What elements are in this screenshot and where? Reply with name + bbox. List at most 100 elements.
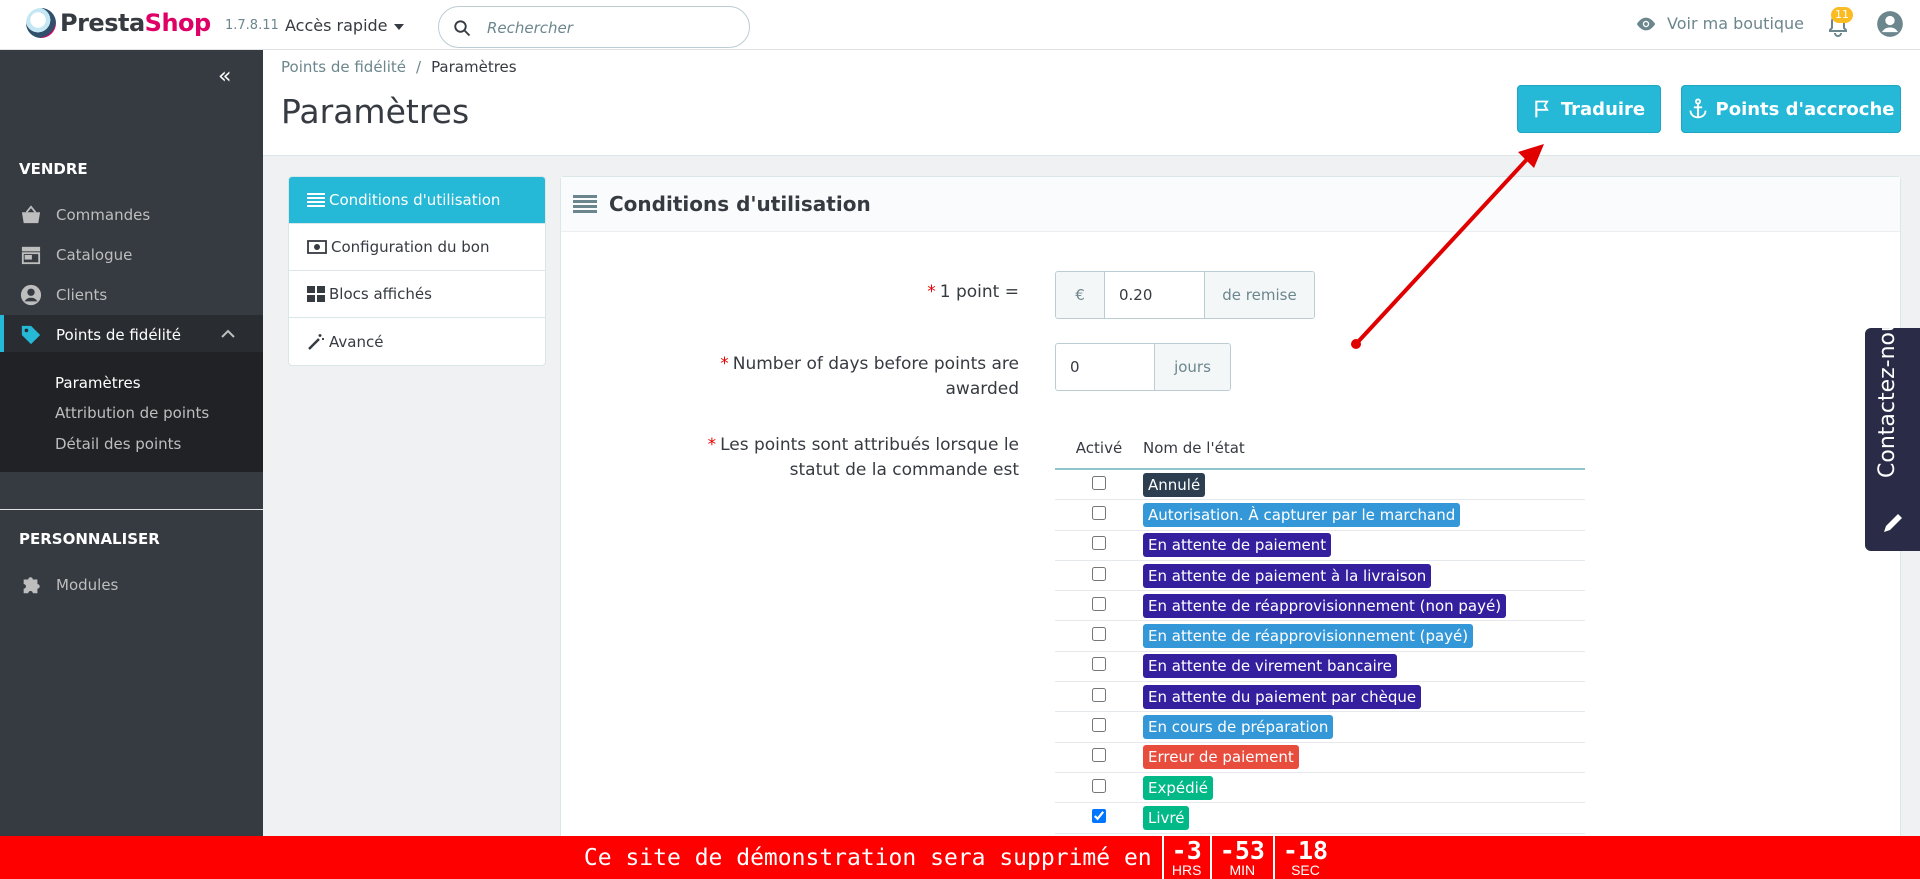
hooks-button[interactable]: Points d'accroche	[1681, 85, 1901, 133]
magic-wand-icon	[308, 333, 324, 350]
chevron-up-icon	[221, 329, 235, 338]
user-menu[interactable]	[1876, 10, 1904, 42]
red-annotation-arrow	[1351, 144, 1544, 349]
search-input[interactable]	[487, 16, 737, 40]
sidebar: « VENDRE Commandes Catalogue Clients Poi…	[0, 50, 263, 879]
status-badge: Erreur de paiement	[1143, 745, 1299, 770]
status-checkbox[interactable]	[1092, 566, 1106, 581]
status-badge: En cours de préparation	[1143, 715, 1334, 740]
days-input-group: jours	[1055, 343, 1231, 391]
conditions-panel: Conditions d'utilisation *1 point = € de…	[560, 176, 1901, 879]
section-title-customize: PERSONNALISER	[19, 530, 160, 548]
table-row: En attente de réapprovisionnement (non p…	[1055, 591, 1585, 622]
notifications-badge: 11	[1831, 7, 1853, 23]
table-row: Annulé	[1055, 470, 1585, 501]
table-row: En attente du paiement par chèque	[1055, 682, 1585, 713]
list-icon	[307, 193, 325, 207]
status-checkbox[interactable]	[1092, 778, 1106, 793]
page-header: Points de fidélité / Paramètres Paramètres	[263, 50, 1920, 156]
status-checkbox[interactable]	[1092, 687, 1106, 702]
table-header: Activé Nom de l'état	[1055, 427, 1585, 470]
view-shop-link[interactable]: Voir ma boutique	[1635, 14, 1804, 33]
sidebar-divider	[0, 509, 263, 510]
puffin-logo-icon	[26, 8, 56, 38]
collapse-sidebar-icon[interactable]: «	[218, 64, 231, 89]
status-badge: En attente de réapprovisionnement (payé)	[1143, 624, 1474, 649]
quick-access-dropdown[interactable]: Accès rapide	[285, 16, 404, 35]
contact-us-tab[interactable]: Contactez-nous	[1865, 307, 1920, 551]
tab-conditions[interactable]: Conditions d'utilisation	[289, 177, 545, 224]
status-badge: Autorisation. À capturer par le marchand	[1143, 502, 1461, 527]
order-status-table: Activé Nom de l'état Annulé Autorisation.…	[1055, 427, 1585, 834]
table-row: Erreur de paiement	[1055, 743, 1585, 773]
table-row: Expédié	[1055, 773, 1585, 804]
table-row: En attente de paiement à la livraison	[1055, 561, 1585, 592]
top-header: PrestaShop 1.7.8.11 Accès rapide Voir ma…	[0, 0, 1920, 50]
tab-displayed-blocks[interactable]: Blocs affichés	[289, 271, 545, 318]
status-checkbox[interactable]	[1092, 748, 1106, 763]
countdown-seconds: -18 SEC	[1272, 836, 1336, 879]
status-badge: En attente de paiement	[1143, 533, 1332, 558]
breadcrumb-parent[interactable]: Points de fidélité	[281, 58, 406, 76]
demo-countdown-banner: Ce site de démonstration sera supprimé e…	[0, 836, 1920, 879]
anchor-icon	[1689, 98, 1706, 119]
status-badge: En attente de réapprovisionnement (non p…	[1143, 593, 1507, 618]
section-title-sell: VENDRE	[19, 160, 88, 178]
status-badge: En attente du paiement par chèque	[1143, 684, 1422, 709]
prestashop-logo[interactable]: PrestaShop	[26, 8, 211, 38]
table-row: Livré	[1055, 803, 1585, 834]
search-icon	[454, 20, 471, 37]
sidebar-item-orders[interactable]: Commandes	[0, 195, 263, 235]
point-value-input[interactable]	[1104, 272, 1205, 318]
account-icon	[20, 284, 42, 306]
version-label: 1.7.8.11	[225, 18, 279, 33]
status-badge: Annulé	[1143, 472, 1206, 497]
sidebar-item-catalog[interactable]: Catalogue	[0, 235, 263, 275]
submenu-item-settings[interactable]: Paramètres	[55, 374, 141, 392]
panel-header: Conditions d'utilisation	[561, 177, 1900, 232]
status-checkbox[interactable]	[1092, 718, 1106, 733]
breadcrumb-current: Paramètres	[431, 58, 517, 76]
submenu-item-points-detail[interactable]: Détail des points	[55, 435, 181, 453]
flag-icon	[1535, 100, 1549, 118]
caret-down-icon	[393, 23, 404, 30]
tab-advanced[interactable]: Avancé	[289, 318, 545, 365]
sidebar-item-customers[interactable]: Clients	[0, 275, 263, 315]
days-label: * Number of days before points are awarded	[720, 354, 1019, 399]
status-checkbox[interactable]	[1092, 505, 1106, 520]
breadcrumb: Points de fidélité / Paramètres	[281, 58, 517, 76]
translate-button[interactable]: Traduire	[1517, 85, 1661, 133]
point-value-input-group: € de remise	[1055, 271, 1315, 319]
point-value-label: * 1 point =	[927, 282, 1019, 302]
status-checkbox[interactable]	[1092, 657, 1106, 672]
status-checkbox[interactable]	[1092, 627, 1106, 642]
money-icon	[307, 240, 327, 254]
pencil-icon	[1884, 514, 1902, 532]
status-checkbox[interactable]	[1092, 536, 1106, 551]
status-checkbox[interactable]	[1092, 596, 1106, 611]
sidebar-item-modules[interactable]: Modules	[0, 565, 263, 605]
search-box[interactable]	[438, 6, 750, 48]
list-icon	[573, 195, 597, 213]
table-row: En cours de préparation	[1055, 712, 1585, 743]
status-badge: En attente de virement bancaire	[1143, 654, 1397, 679]
status-label: * Les points sont attribués lorsque le sta…	[707, 435, 1019, 480]
status-checkbox[interactable]	[1092, 475, 1106, 490]
eye-icon	[1636, 17, 1656, 30]
store-icon	[21, 246, 41, 265]
basket-icon	[21, 205, 41, 224]
status-checkbox[interactable]	[1092, 808, 1106, 823]
table-row: En attente de virement bancaire	[1055, 652, 1585, 683]
days-input[interactable]	[1056, 344, 1155, 390]
submenu-item-points-attribution[interactable]: Attribution de points	[55, 404, 209, 422]
table-row: En attente de réapprovisionnement (payé)	[1055, 621, 1585, 652]
page-title: Paramètres	[281, 92, 470, 131]
sidebar-item-loyalty[interactable]: Points de fidélité	[0, 315, 263, 355]
status-badge: Livré	[1143, 805, 1190, 830]
tab-voucher-config[interactable]: Configuration du bon	[289, 224, 545, 271]
countdown-hours: -3 HRS	[1161, 836, 1210, 879]
account-circle-icon	[1877, 11, 1903, 37]
table-row: Autorisation. À capturer par le marchand	[1055, 500, 1585, 531]
tag-icon	[21, 325, 41, 345]
countdown-minutes: -53 MIN	[1209, 836, 1273, 879]
